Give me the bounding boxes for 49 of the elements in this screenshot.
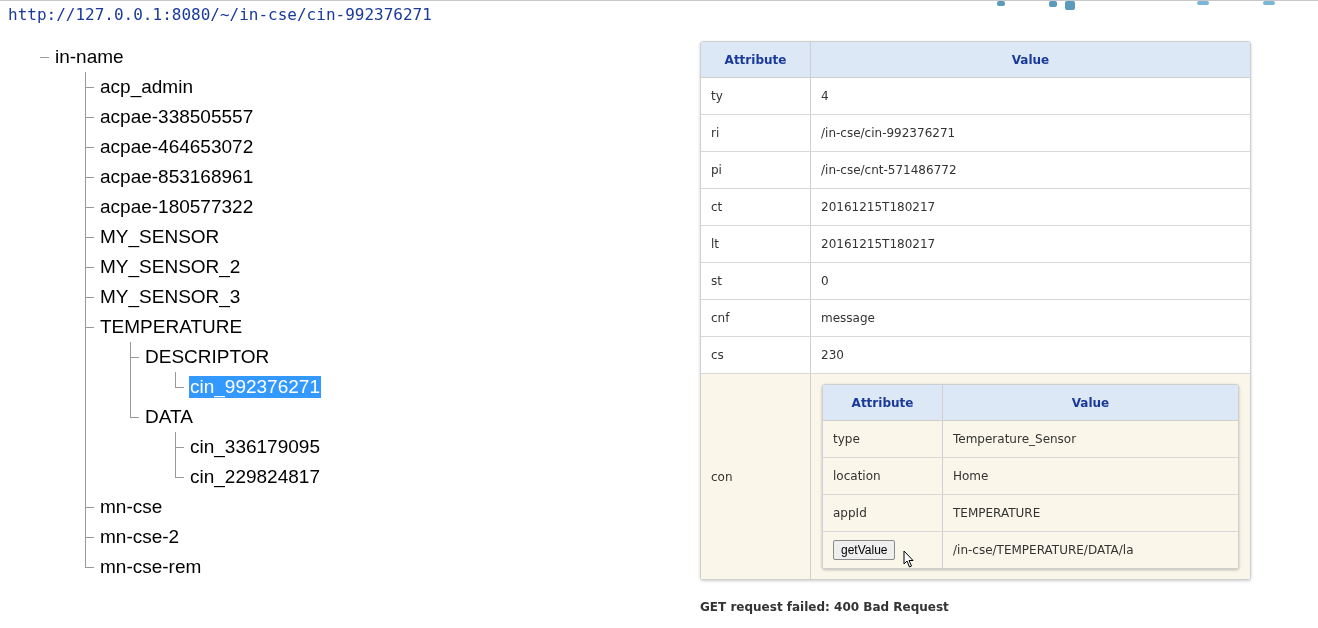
tree-item[interactable]: mn-cse-2 bbox=[99, 526, 181, 548]
attribute-name: location bbox=[833, 468, 881, 485]
attribute-value: TEMPERATURE bbox=[953, 505, 1041, 522]
attribute-name: ri bbox=[711, 125, 720, 142]
tree-item[interactable]: DATA bbox=[144, 406, 194, 428]
attribute-name: pi bbox=[711, 162, 722, 179]
attribute-value: 4 bbox=[821, 88, 829, 105]
attribute-value: 0 bbox=[821, 273, 829, 290]
tree-item[interactable]: acpae-338505557 bbox=[99, 106, 255, 128]
tree-item[interactable]: acpae-464653072 bbox=[99, 136, 255, 158]
attribute-name: lt bbox=[711, 236, 720, 253]
attribute-value: 20161215T180217 bbox=[821, 236, 936, 253]
tree-item[interactable]: acp_admin bbox=[99, 76, 194, 98]
attribute-value: 230 bbox=[821, 347, 844, 364]
column-header: Value bbox=[1070, 394, 1111, 412]
attribute-value: /in-cse/cnt-571486772 bbox=[821, 162, 957, 179]
attribute-value: /in-cse/cin-992376271 bbox=[821, 125, 956, 142]
tree-item[interactable]: mn-cse-rem bbox=[99, 556, 203, 578]
attribute-name: type bbox=[833, 431, 860, 448]
attribute-name: ct bbox=[711, 199, 723, 216]
attribute-value: Temperature_Sensor bbox=[953, 431, 1077, 448]
tree-item[interactable]: mn-cse bbox=[99, 496, 164, 518]
column-header: Value bbox=[1010, 51, 1051, 69]
attribute-value: message bbox=[821, 310, 875, 327]
status-message: GET request failed: 400 Bad Request bbox=[700, 599, 950, 616]
attribute-value: /in-cse/TEMPERATURE/DATA/la bbox=[953, 542, 1134, 559]
tree-item[interactable]: cin_229824817 bbox=[189, 466, 321, 488]
tree-item[interactable]: in-name bbox=[54, 46, 125, 68]
get-value-button[interactable]: getValue bbox=[833, 540, 896, 560]
tree-item[interactable]: cin_336179095 bbox=[189, 436, 321, 458]
column-header: Attribute bbox=[701, 42, 811, 77]
attribute-name: con bbox=[711, 468, 733, 486]
tree-item[interactable]: acpae-853168961 bbox=[99, 166, 255, 188]
attribute-name: ty bbox=[711, 88, 723, 105]
tree-item[interactable]: DESCRIPTOR bbox=[144, 346, 271, 368]
url-text: http://127.0.0.1:8080/~/in-cse/cin-992376271 bbox=[8, 4, 432, 26]
tree-item[interactable]: MY_SENSOR bbox=[99, 226, 221, 248]
tree-item[interactable]: acpae-180577322 bbox=[99, 196, 255, 218]
cursor-icon bbox=[903, 550, 915, 568]
column-header: Attribute bbox=[823, 385, 943, 420]
attribute-name: cs bbox=[711, 347, 724, 364]
attribute-name: appId bbox=[833, 505, 867, 522]
attribute-name: cnf bbox=[711, 310, 730, 327]
tree-item[interactable]: MY_SENSOR_3 bbox=[99, 286, 242, 308]
tree-item[interactable]: TEMPERATURE bbox=[99, 316, 244, 338]
attribute-value: 20161215T180217 bbox=[821, 199, 936, 216]
attribute-name: st bbox=[711, 273, 722, 290]
tree-item[interactable]: MY_SENSOR_2 bbox=[99, 256, 242, 278]
attribute-value: Home bbox=[953, 468, 989, 485]
